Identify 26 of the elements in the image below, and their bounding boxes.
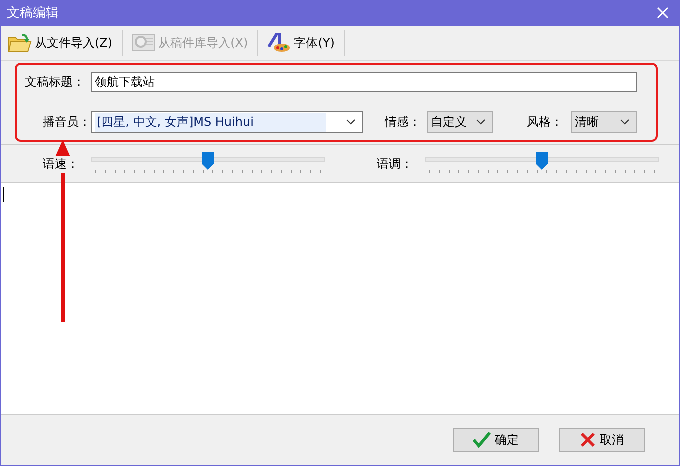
slider-track[interactable] [425, 152, 659, 176]
title-input[interactable]: 领航下载站 [91, 72, 637, 92]
checkmark-icon [473, 432, 491, 448]
field-label: 情感： [385, 114, 421, 130]
folder-icon [8, 33, 32, 53]
field-label: 文稿标题： [25, 74, 86, 90]
toolbar-button[interactable]: 字体(Y) [264, 31, 338, 55]
close-icon[interactable] [657, 7, 669, 19]
slider-track[interactable] [91, 152, 325, 176]
magnifier-document-icon [132, 33, 156, 53]
style-dropdown[interactable]: 清晰 [571, 111, 637, 133]
cross-icon [580, 432, 596, 448]
cancel-button[interactable]: 取消 [559, 428, 645, 452]
speaker-dropdown[interactable]: [四星, 中文, 女声]MS Huihui [91, 111, 363, 133]
field-label: 风格： [527, 114, 563, 130]
toolbar-button[interactable]: 从文件导入(Z) [5, 31, 116, 55]
window-title: 文稿编辑 [7, 5, 59, 22]
chevron-down-icon [476, 119, 486, 125]
ok-button[interactable]: 确定 [453, 428, 539, 452]
slider-thumb[interactable] [536, 152, 548, 170]
slider-thumb[interactable] [202, 152, 214, 170]
emotion-dropdown[interactable]: 自定义 [427, 111, 493, 133]
font-palette-icon [267, 33, 292, 53]
chevron-down-icon [346, 119, 356, 125]
chevron-down-icon [620, 119, 630, 125]
field-label: 播音员： [42, 114, 91, 130]
